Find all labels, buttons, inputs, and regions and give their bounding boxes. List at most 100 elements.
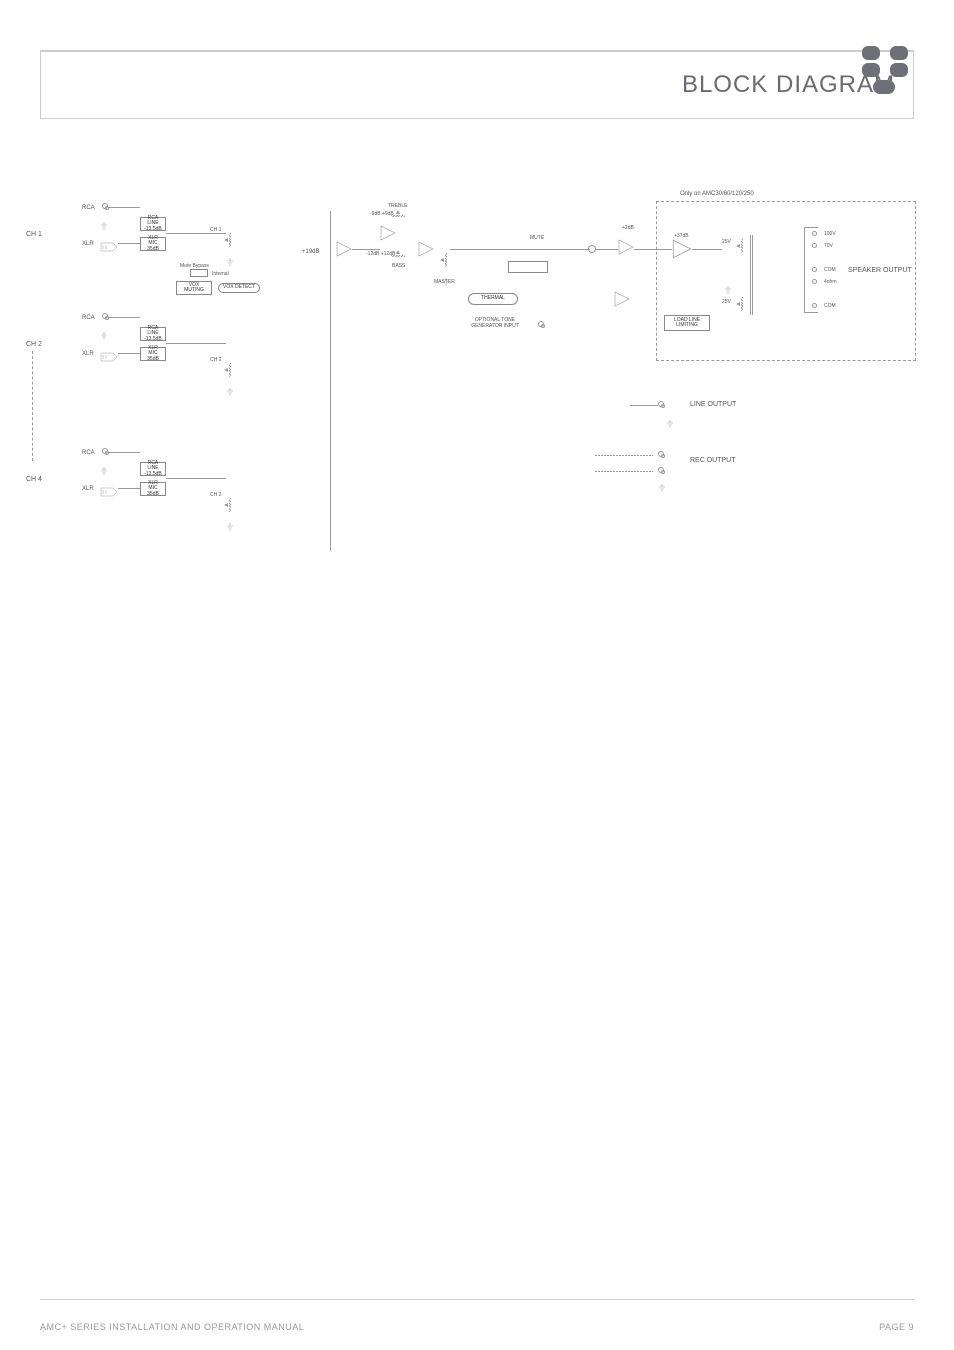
footer-right: PAGE 9 xyxy=(879,1322,914,1332)
signal-line xyxy=(634,249,672,250)
tone-gen-jack-icon xyxy=(538,321,544,327)
ground-icon xyxy=(666,415,674,423)
line-output-label: LINE OUTPUT xyxy=(690,401,736,408)
ground-icon xyxy=(442,273,450,281)
ch4-pot-label: CH 2 xyxy=(210,492,221,498)
ch2-rca-label: RCA xyxy=(82,315,95,321)
rec-out-jack-icon xyxy=(658,467,664,473)
rca-jack-icon xyxy=(102,448,108,454)
resistor-icon xyxy=(595,471,653,472)
ch1-rca-switch: RCA LINE -13.5dB xyxy=(140,217,166,231)
amplifier-icon xyxy=(336,241,352,257)
out-4ohm-label: 4ohm xyxy=(824,279,837,285)
rec-output-label: REC OUTPUT xyxy=(690,457,736,464)
ch4-xlr-switch: XLR MIC 35dB xyxy=(140,482,166,496)
rca-jack-icon xyxy=(102,203,108,209)
signal-line xyxy=(118,243,140,244)
footer-left: AMC+ SERIES INSTALLATION AND OPERATION M… xyxy=(40,1322,304,1332)
brand-logo-icon xyxy=(862,46,908,92)
treble-pot-icon xyxy=(387,212,405,220)
signal-line xyxy=(166,233,226,234)
signal-line xyxy=(118,488,140,489)
transformer-tap-icon xyxy=(738,297,746,315)
ch2-xlr-switch: XLR MIC 35dB xyxy=(140,347,166,361)
master-pot-icon xyxy=(442,253,450,271)
signal-line xyxy=(630,405,658,406)
signal-line xyxy=(108,452,140,453)
ground-icon xyxy=(226,518,234,526)
amplifier-icon xyxy=(614,291,630,307)
signal-line xyxy=(118,353,140,354)
ground-icon xyxy=(100,217,108,225)
bass-pot-icon xyxy=(387,252,405,260)
transformer-icon xyxy=(750,235,753,315)
xlr-connector-icon xyxy=(100,349,118,359)
potentiometer-icon xyxy=(226,363,234,381)
pre-power-gain-label: +2dB xyxy=(622,225,634,231)
channel-continuation-dash xyxy=(32,351,33,461)
potentiometer-icon xyxy=(226,498,234,516)
resistor-icon xyxy=(595,455,653,456)
xlr-connector-icon xyxy=(100,239,118,249)
bypass-switch xyxy=(190,269,208,277)
signal-line xyxy=(166,343,226,344)
amplifier-icon xyxy=(618,239,634,255)
out-com1-label: COM xyxy=(824,267,836,273)
ch4-rca-switch: RCA LINE -13.5dB xyxy=(140,462,166,476)
amplifier-icon xyxy=(380,225,396,241)
ch2-xlr-label: XLR xyxy=(82,351,94,357)
ch4-rca-label: RCA xyxy=(82,450,95,456)
speaker-output-label: SPEAKER OUTPUT xyxy=(848,267,912,274)
tone-gen-label: OPTIONAL TONE GENERATOR INPUT xyxy=(460,317,530,329)
xlr-connector-icon xyxy=(100,484,118,494)
treble-label: TREBLE xyxy=(388,203,407,209)
ground-icon xyxy=(226,253,234,261)
terminal-block-icon xyxy=(804,227,818,313)
signal-line xyxy=(596,249,618,250)
mute-switch-box xyxy=(508,261,548,273)
power-section-note: Only on AMC30/60/120/250 xyxy=(680,191,754,197)
ground-icon xyxy=(724,281,732,289)
ch1-label: CH 1 xyxy=(26,231,42,238)
transformer-tap-icon xyxy=(738,239,746,257)
preamp-gain-label: +19dB xyxy=(302,249,320,255)
signal-line xyxy=(352,249,380,250)
mute-label: MUTE xyxy=(530,235,544,241)
rec-out-jack-icon xyxy=(658,451,664,457)
tap-25v-label-2: 25V xyxy=(722,299,731,305)
signal-line xyxy=(692,249,722,250)
vox-detect-box: VOX DETECT xyxy=(218,283,260,293)
signal-line xyxy=(166,478,226,479)
rca-jack-icon xyxy=(102,313,108,319)
ground-icon xyxy=(100,327,108,335)
load-line-limiting-box: LOAD LINE LIMITING xyxy=(664,315,710,331)
amplifier-icon xyxy=(418,241,434,257)
potentiometer-icon xyxy=(226,233,234,251)
ch1-rca-label: RCA xyxy=(82,205,95,211)
power-amplifier-icon xyxy=(672,239,692,259)
signal-line xyxy=(108,207,140,208)
thermal-box: THERMAL xyxy=(468,293,518,305)
ch2-label: CH 2 xyxy=(26,341,42,348)
ch2-rca-switch: RCA LINE -13.5dB xyxy=(140,327,166,341)
ground-icon xyxy=(226,383,234,391)
bass-label: BASS xyxy=(392,263,405,269)
ground-icon xyxy=(658,479,666,487)
power-section-box xyxy=(656,201,916,361)
ch1-xlr-label: XLR xyxy=(82,241,94,247)
summing-bus-line xyxy=(330,211,331,551)
out-70v-label: 70V xyxy=(824,243,833,249)
tap-25v-label: 25V xyxy=(722,239,731,245)
vox-muting-box: VOX MUTING xyxy=(176,281,212,295)
block-diagram: CH 1 RCA XLR RCA LINE -13.5dB XLR MIC 35… xyxy=(40,181,914,601)
signal-line xyxy=(450,249,590,250)
line-out-jack-icon xyxy=(658,401,664,407)
ch4-xlr-label: XLR xyxy=(82,486,94,492)
ch2-pot-label: CH 2 xyxy=(210,357,221,363)
internal-label: Internal xyxy=(212,271,229,277)
page-header: BLOCK DIAGRAM xyxy=(40,51,914,119)
page-footer: AMC+ SERIES INSTALLATION AND OPERATION M… xyxy=(40,1322,914,1332)
ground-icon xyxy=(100,462,108,470)
out-com2-label: COM xyxy=(824,303,836,309)
signal-line xyxy=(108,317,140,318)
